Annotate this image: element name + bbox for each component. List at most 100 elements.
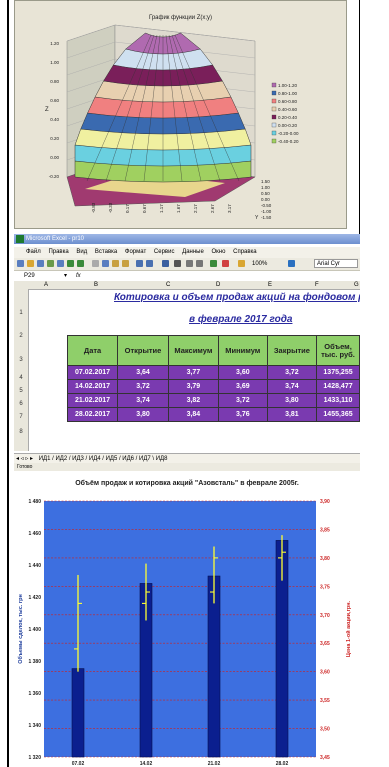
cell-volume[interactable]: 1455,365 (316, 407, 360, 422)
quotes-table: Дата Открытие Максимум Минимум Закрытие … (66, 335, 360, 422)
menu-data[interactable]: Данные (182, 249, 204, 255)
menu-format[interactable]: Формат (125, 249, 146, 255)
row-6[interactable]: 6 (14, 401, 28, 407)
permission-icon[interactable] (47, 260, 54, 267)
cell-date[interactable]: 21.02.2017 (66, 393, 119, 408)
open-folder-icon[interactable] (27, 260, 34, 267)
print-icon[interactable] (57, 260, 64, 267)
menu-insert[interactable]: Вставка (95, 249, 117, 255)
category-label: 21.02 (208, 761, 221, 767)
cell-volume[interactable]: 1433,110 (316, 393, 360, 408)
sort-ascending-icon[interactable] (186, 260, 193, 267)
zoom-level[interactable]: 100% (252, 259, 267, 269)
y-tick-label: 1.50 (261, 179, 270, 184)
cell-min[interactable]: 3,72 (217, 393, 268, 408)
menu-edit[interactable]: Правка (48, 249, 68, 255)
category-label: 07.02 (72, 761, 85, 767)
row-7[interactable]: 7 (14, 414, 28, 420)
left-tick-label: 1 400 (28, 627, 41, 633)
row-2[interactable]: 2 (14, 333, 28, 339)
drawing-icon[interactable] (222, 260, 229, 267)
sheet-heading-1[interactable]: Котировка и объем продаж акций на фондов… (114, 292, 360, 303)
cell-open[interactable]: 3,74 (117, 393, 169, 408)
cell-open[interactable]: 3,72 (117, 379, 169, 394)
autosum-icon[interactable] (174, 260, 181, 267)
header-close[interactable]: Закрытие (266, 335, 318, 366)
name-box-dropdown-icon[interactable]: ▾ (64, 271, 67, 281)
plot-area (44, 501, 316, 757)
hyperlink-icon[interactable] (162, 260, 169, 267)
menu-window[interactable]: Окно (211, 249, 225, 255)
cell-max[interactable]: 3,77 (167, 365, 219, 380)
column-a[interactable]: A (44, 281, 48, 289)
cell-close[interactable]: 3,81 (266, 407, 318, 422)
function-icon[interactable]: fx (76, 271, 81, 281)
header-volume[interactable]: Объем, тыс. руб. (316, 335, 360, 366)
cell-min[interactable]: 3,76 (217, 407, 268, 422)
status-bar: Готово (14, 463, 360, 471)
menu-help[interactable]: Справка (233, 249, 257, 255)
chart-wizard-icon[interactable] (210, 260, 217, 267)
row-8[interactable]: 8 (14, 429, 28, 435)
menu-view[interactable]: Вид (76, 249, 87, 255)
header-min[interactable]: Минимум (217, 335, 268, 366)
column-b[interactable]: B (94, 281, 98, 289)
redo-icon[interactable] (146, 260, 153, 267)
cut-icon[interactable] (92, 260, 99, 267)
cell-date[interactable]: 14.02.2017 (66, 379, 119, 394)
cell-volume[interactable]: 1375,255 (316, 365, 360, 380)
menu-tools[interactable]: Сервис (154, 249, 175, 255)
sheet-nav-icon[interactable]: ◂ ◃ ▹ ▸ (16, 456, 33, 462)
row-4[interactable]: 4 (14, 375, 28, 381)
cell-max[interactable]: 3,84 (167, 407, 219, 422)
header-open[interactable]: Открытие (117, 335, 169, 366)
z-tick-label: -0.20 (49, 174, 60, 179)
header-date[interactable]: Дата (66, 335, 119, 366)
font-name-box[interactable]: Arial Cyr (314, 259, 358, 268)
right-tick-label: 3,70 (320, 613, 330, 619)
column-g[interactable]: G (354, 281, 359, 289)
cell-min[interactable]: 3,69 (217, 379, 268, 394)
left-tick-label: 1 480 (28, 499, 41, 505)
sort-descending-icon[interactable] (196, 260, 203, 267)
cell-open[interactable]: 3,80 (117, 407, 169, 422)
right-tick-label: 3,65 (320, 641, 330, 647)
name-box[interactable]: P29 (24, 271, 35, 281)
menu-file[interactable]: Файл (26, 249, 41, 255)
new-file-icon[interactable] (17, 260, 24, 267)
copy-icon[interactable] (102, 260, 109, 267)
right-axis-title: Цена 1-ой акции,грн. (345, 600, 352, 657)
sheet-heading-2[interactable]: в феврале 2017 года (189, 314, 292, 325)
zoom-icon[interactable] (238, 260, 245, 267)
help-icon[interactable] (288, 260, 295, 267)
cell-close[interactable]: 3,72 (266, 365, 318, 380)
undo-icon[interactable] (136, 260, 143, 267)
cell-max[interactable]: 3,79 (167, 379, 219, 394)
y-tick-label: 0.00 (261, 197, 270, 202)
column-d[interactable]: D (216, 281, 220, 289)
column-f[interactable]: F (315, 281, 319, 289)
sheet-tabs[interactable]: ИД1 / ИД2 / ИД3 / ИД4 / ИД5 / ИД6 / ИД7 … (39, 456, 168, 462)
paste-icon[interactable] (112, 260, 119, 267)
cell-date[interactable]: 28.02.2017 (66, 407, 119, 422)
row-1[interactable]: 1 (14, 310, 28, 316)
row-3[interactable]: 3 (14, 357, 28, 363)
format-painter-icon[interactable] (122, 260, 129, 267)
header-max[interactable]: Максимум (167, 335, 219, 366)
row-5[interactable]: 5 (14, 388, 28, 394)
cell-max[interactable]: 3,82 (167, 393, 219, 408)
cell-date[interactable]: 07.02.2017 (66, 365, 119, 380)
print-preview-icon[interactable] (67, 260, 74, 267)
excel-title-bar[interactable]: Microsoft Excel - pr10 (14, 234, 360, 244)
cell-close[interactable]: 3,74 (266, 379, 318, 394)
spelling-icon[interactable] (77, 260, 84, 267)
column-e[interactable]: E (268, 281, 272, 289)
cell-open[interactable]: 3,64 (117, 365, 169, 380)
cell-close[interactable]: 3,80 (266, 393, 318, 408)
x-tick-label: -0.33 (108, 202, 113, 213)
save-icon[interactable] (37, 260, 44, 267)
cell-volume[interactable]: 1428,477 (316, 379, 360, 394)
z-tick-label: 0.80 (50, 79, 59, 84)
cell-min[interactable]: 3,60 (217, 365, 268, 380)
column-c[interactable]: C (166, 281, 170, 289)
